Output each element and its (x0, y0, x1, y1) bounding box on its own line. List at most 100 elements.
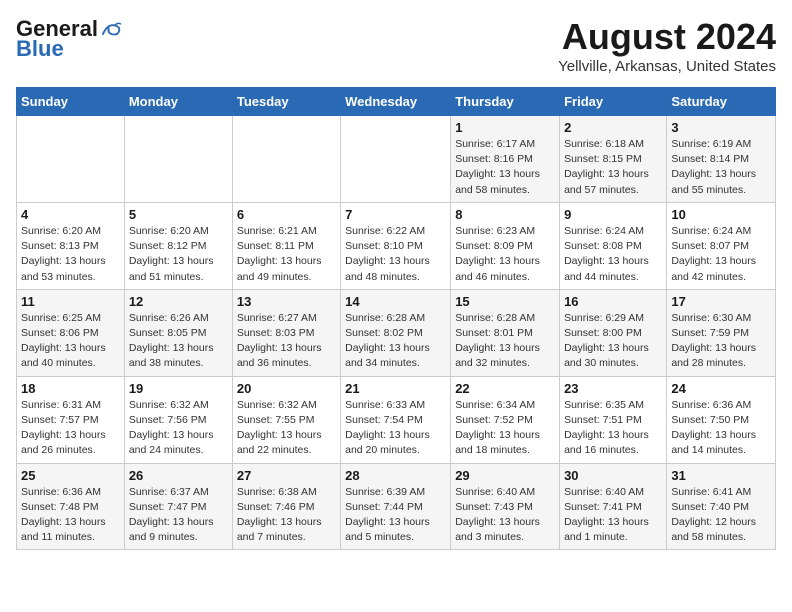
day-info: Sunrise: 6:33 AM Sunset: 7:54 PM Dayligh… (345, 398, 446, 459)
calendar-day-cell: 22 Sunrise: 6:34 AM Sunset: 7:52 PM Dayli… (451, 376, 560, 463)
day-info: Sunrise: 6:27 AM Sunset: 8:03 PM Dayligh… (237, 311, 336, 372)
weekday-header-thursday: Thursday (451, 88, 560, 116)
calendar-day-cell: 3Sunrise: 6:19 AM Sunset: 8:14 PM Daylig… (667, 116, 776, 203)
day-info: Sunrise: 6:34 AM Sunset: 7:52 PM Dayligh… (455, 398, 555, 459)
day-info: Sunrise: 6:40 AM Sunset: 7:43 PM Dayligh… (455, 485, 555, 546)
calendar-day-cell: 12 Sunrise: 6:26 AM Sunset: 8:05 PM Dayli… (124, 289, 232, 376)
day-number: 16 (564, 294, 662, 309)
day-info: Sunrise: 6:20 AM Sunset: 8:12 PM Dayligh… (129, 224, 228, 285)
calendar-day-cell: 10 Sunrise: 6:24 AM Sunset: 8:07 PM Dayli… (667, 202, 776, 289)
day-info: Sunrise: 6:36 AM Sunset: 7:50 PM Dayligh… (671, 398, 771, 459)
empty-day-cell (17, 116, 125, 203)
day-info: Sunrise: 6:32 AM Sunset: 7:56 PM Dayligh… (129, 398, 228, 459)
day-number: 3 (671, 120, 771, 135)
calendar-day-cell: 26 Sunrise: 6:37 AM Sunset: 7:47 PM Dayli… (124, 463, 232, 550)
calendar-day-cell: 7 Sunrise: 6:22 AM Sunset: 8:10 PM Daylig… (341, 202, 451, 289)
day-info: Sunrise: 6:29 AM Sunset: 8:00 PM Dayligh… (564, 311, 662, 372)
day-number: 5 (129, 207, 228, 222)
logo-blue-text: Blue (16, 36, 64, 62)
day-number: 1 (455, 120, 555, 135)
title-block: August 2024 Yellville, Arkansas, United … (558, 16, 776, 75)
day-info: Sunrise: 6:18 AM Sunset: 8:15 PM Dayligh… (564, 137, 662, 198)
day-number: 19 (129, 381, 228, 396)
calendar-day-cell: 16 Sunrise: 6:29 AM Sunset: 8:00 PM Dayli… (560, 289, 667, 376)
day-number: 6 (237, 207, 336, 222)
calendar-day-cell: 15 Sunrise: 6:28 AM Sunset: 8:01 PM Dayli… (451, 289, 560, 376)
weekday-header-wednesday: Wednesday (341, 88, 451, 116)
day-info: Sunrise: 6:26 AM Sunset: 8:05 PM Dayligh… (129, 311, 228, 372)
empty-day-cell (232, 116, 340, 203)
day-number: 7 (345, 207, 446, 222)
month-title: August 2024 (558, 16, 776, 58)
day-info: Sunrise: 6:31 AM Sunset: 7:57 PM Dayligh… (21, 398, 120, 459)
day-number: 8 (455, 207, 555, 222)
day-info: Sunrise: 6:17 AM Sunset: 8:16 PM Dayligh… (455, 137, 555, 198)
day-number: 28 (345, 468, 446, 483)
calendar-day-cell: 21Sunrise: 6:33 AM Sunset: 7:54 PM Dayli… (341, 376, 451, 463)
calendar-day-cell: 31 Sunrise: 6:41 AM Sunset: 7:40 PM Dayli… (667, 463, 776, 550)
day-number: 25 (21, 468, 120, 483)
day-number: 12 (129, 294, 228, 309)
day-number: 20 (237, 381, 336, 396)
day-number: 22 (455, 381, 555, 396)
day-info: Sunrise: 6:22 AM Sunset: 8:10 PM Dayligh… (345, 224, 446, 285)
day-number: 15 (455, 294, 555, 309)
calendar-day-cell: 23Sunrise: 6:35 AM Sunset: 7:51 PM Dayli… (560, 376, 667, 463)
day-info: Sunrise: 6:24 AM Sunset: 8:08 PM Dayligh… (564, 224, 662, 285)
weekday-header-friday: Friday (560, 88, 667, 116)
weekday-header-saturday: Saturday (667, 88, 776, 116)
calendar-day-cell: 2 Sunrise: 6:18 AM Sunset: 8:15 PM Daylig… (560, 116, 667, 203)
day-number: 24 (671, 381, 771, 396)
calendar-day-cell: 20 Sunrise: 6:32 AM Sunset: 7:55 PM Dayli… (232, 376, 340, 463)
day-number: 4 (21, 207, 120, 222)
calendar-day-cell: 1 Sunrise: 6:17 AM Sunset: 8:16 PM Daylig… (451, 116, 560, 203)
calendar-day-cell: 25 Sunrise: 6:36 AM Sunset: 7:48 PM Dayli… (17, 463, 125, 550)
location: Yellville, Arkansas, United States (558, 58, 776, 75)
calendar-week-row: 11Sunrise: 6:25 AM Sunset: 8:06 PM Dayli… (17, 289, 776, 376)
day-info: Sunrise: 6:37 AM Sunset: 7:47 PM Dayligh… (129, 485, 228, 546)
day-number: 26 (129, 468, 228, 483)
calendar-week-row: 18 Sunrise: 6:31 AM Sunset: 7:57 PM Dayli… (17, 376, 776, 463)
day-info: Sunrise: 6:35 AM Sunset: 7:51 PM Dayligh… (564, 398, 662, 459)
day-number: 10 (671, 207, 771, 222)
empty-day-cell (341, 116, 451, 203)
calendar-week-row: 1 Sunrise: 6:17 AM Sunset: 8:16 PM Daylig… (17, 116, 776, 203)
day-number: 13 (237, 294, 336, 309)
calendar-week-row: 25 Sunrise: 6:36 AM Sunset: 7:48 PM Dayli… (17, 463, 776, 550)
calendar-table: SundayMondayTuesdayWednesdayThursdayFrid… (16, 87, 776, 550)
logo: General Blue (16, 16, 122, 62)
calendar-day-cell: 17Sunrise: 6:30 AM Sunset: 7:59 PM Dayli… (667, 289, 776, 376)
day-number: 27 (237, 468, 336, 483)
calendar-day-cell: 11Sunrise: 6:25 AM Sunset: 8:06 PM Dayli… (17, 289, 125, 376)
calendar-day-cell: 14 Sunrise: 6:28 AM Sunset: 8:02 PM Dayli… (341, 289, 451, 376)
day-info: Sunrise: 6:38 AM Sunset: 7:46 PM Dayligh… (237, 485, 336, 546)
calendar-day-cell: 29 Sunrise: 6:40 AM Sunset: 7:43 PM Dayli… (451, 463, 560, 550)
day-info: Sunrise: 6:28 AM Sunset: 8:02 PM Dayligh… (345, 311, 446, 372)
calendar-day-cell: 28Sunrise: 6:39 AM Sunset: 7:44 PM Dayli… (341, 463, 451, 550)
calendar-day-cell: 4 Sunrise: 6:20 AM Sunset: 8:13 PM Daylig… (17, 202, 125, 289)
day-number: 18 (21, 381, 120, 396)
day-info: Sunrise: 6:36 AM Sunset: 7:48 PM Dayligh… (21, 485, 120, 546)
day-number: 31 (671, 468, 771, 483)
calendar-header-row: SundayMondayTuesdayWednesdayThursdayFrid… (17, 88, 776, 116)
day-number: 14 (345, 294, 446, 309)
empty-day-cell (124, 116, 232, 203)
calendar-week-row: 4 Sunrise: 6:20 AM Sunset: 8:13 PM Daylig… (17, 202, 776, 289)
calendar-day-cell: 13 Sunrise: 6:27 AM Sunset: 8:03 PM Dayli… (232, 289, 340, 376)
calendar-day-cell: 19 Sunrise: 6:32 AM Sunset: 7:56 PM Dayli… (124, 376, 232, 463)
day-info: Sunrise: 6:28 AM Sunset: 8:01 PM Dayligh… (455, 311, 555, 372)
calendar-day-cell: 6 Sunrise: 6:21 AM Sunset: 8:11 PM Daylig… (232, 202, 340, 289)
day-info: Sunrise: 6:30 AM Sunset: 7:59 PM Dayligh… (671, 311, 771, 372)
day-info: Sunrise: 6:24 AM Sunset: 8:07 PM Dayligh… (671, 224, 771, 285)
day-info: Sunrise: 6:20 AM Sunset: 8:13 PM Dayligh… (21, 224, 120, 285)
day-number: 2 (564, 120, 662, 135)
calendar-day-cell: 8Sunrise: 6:23 AM Sunset: 8:09 PM Daylig… (451, 202, 560, 289)
calendar-day-cell: 18 Sunrise: 6:31 AM Sunset: 7:57 PM Dayli… (17, 376, 125, 463)
weekday-header-tuesday: Tuesday (232, 88, 340, 116)
day-info: Sunrise: 6:32 AM Sunset: 7:55 PM Dayligh… (237, 398, 336, 459)
page-header: General Blue August 2024 Yellville, Arka… (16, 16, 776, 75)
day-number: 30 (564, 468, 662, 483)
day-info: Sunrise: 6:21 AM Sunset: 8:11 PM Dayligh… (237, 224, 336, 285)
day-number: 29 (455, 468, 555, 483)
day-info: Sunrise: 6:41 AM Sunset: 7:40 PM Dayligh… (671, 485, 771, 546)
